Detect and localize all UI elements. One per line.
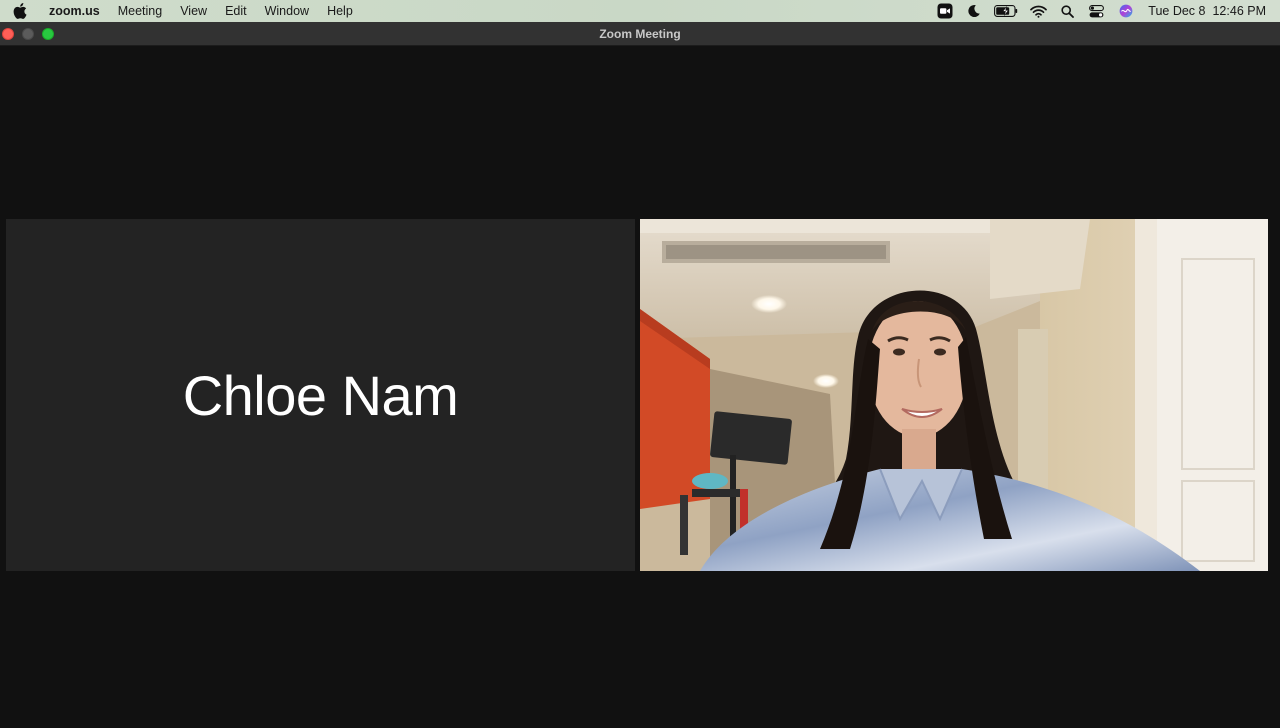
search-icon[interactable]: [1053, 0, 1082, 22]
close-window-button[interactable]: [2, 28, 14, 40]
window-title: Zoom Meeting: [599, 26, 681, 41]
menu-window[interactable]: Window: [256, 0, 318, 22]
wifi-icon[interactable]: [1024, 0, 1053, 22]
menu-view[interactable]: View: [171, 0, 216, 22]
moon-icon[interactable]: [959, 0, 988, 22]
window-controls: [2, 28, 54, 40]
menu-bar-clock[interactable]: Tue Dec 8 12:46 PM: [1140, 4, 1266, 18]
apple-logo-icon[interactable]: [0, 0, 40, 22]
menu-help[interactable]: Help: [318, 0, 362, 22]
meeting-gallery: Chloe Nam: [0, 47, 1280, 728]
window-title-bar[interactable]: Zoom Meeting: [0, 22, 1280, 46]
fullscreen-window-button[interactable]: [42, 28, 54, 40]
participant-tile-chloe-nam[interactable]: Chloe Nam: [6, 219, 635, 571]
clock-date: Tue Dec 8: [1148, 4, 1206, 18]
siri-icon[interactable]: [1111, 0, 1140, 22]
clock-time: 12:46 PM: [1212, 4, 1266, 18]
battery-icon[interactable]: [988, 0, 1024, 22]
minimize-window-button[interactable]: [22, 28, 34, 40]
participant-name: Chloe Nam: [182, 363, 459, 427]
app-menu-zoom[interactable]: zoom.us: [40, 0, 109, 22]
control-center-icon[interactable]: [1082, 0, 1111, 22]
menu-meeting[interactable]: Meeting: [109, 0, 171, 22]
menu-bar: zoom.us Meeting View Edit Window Help Tu…: [0, 0, 1280, 22]
participant-video-tile[interactable]: [640, 219, 1268, 571]
menu-edit[interactable]: Edit: [216, 0, 256, 22]
zoom-video-icon[interactable]: [930, 0, 959, 22]
participant-video-feed: [640, 219, 1268, 571]
